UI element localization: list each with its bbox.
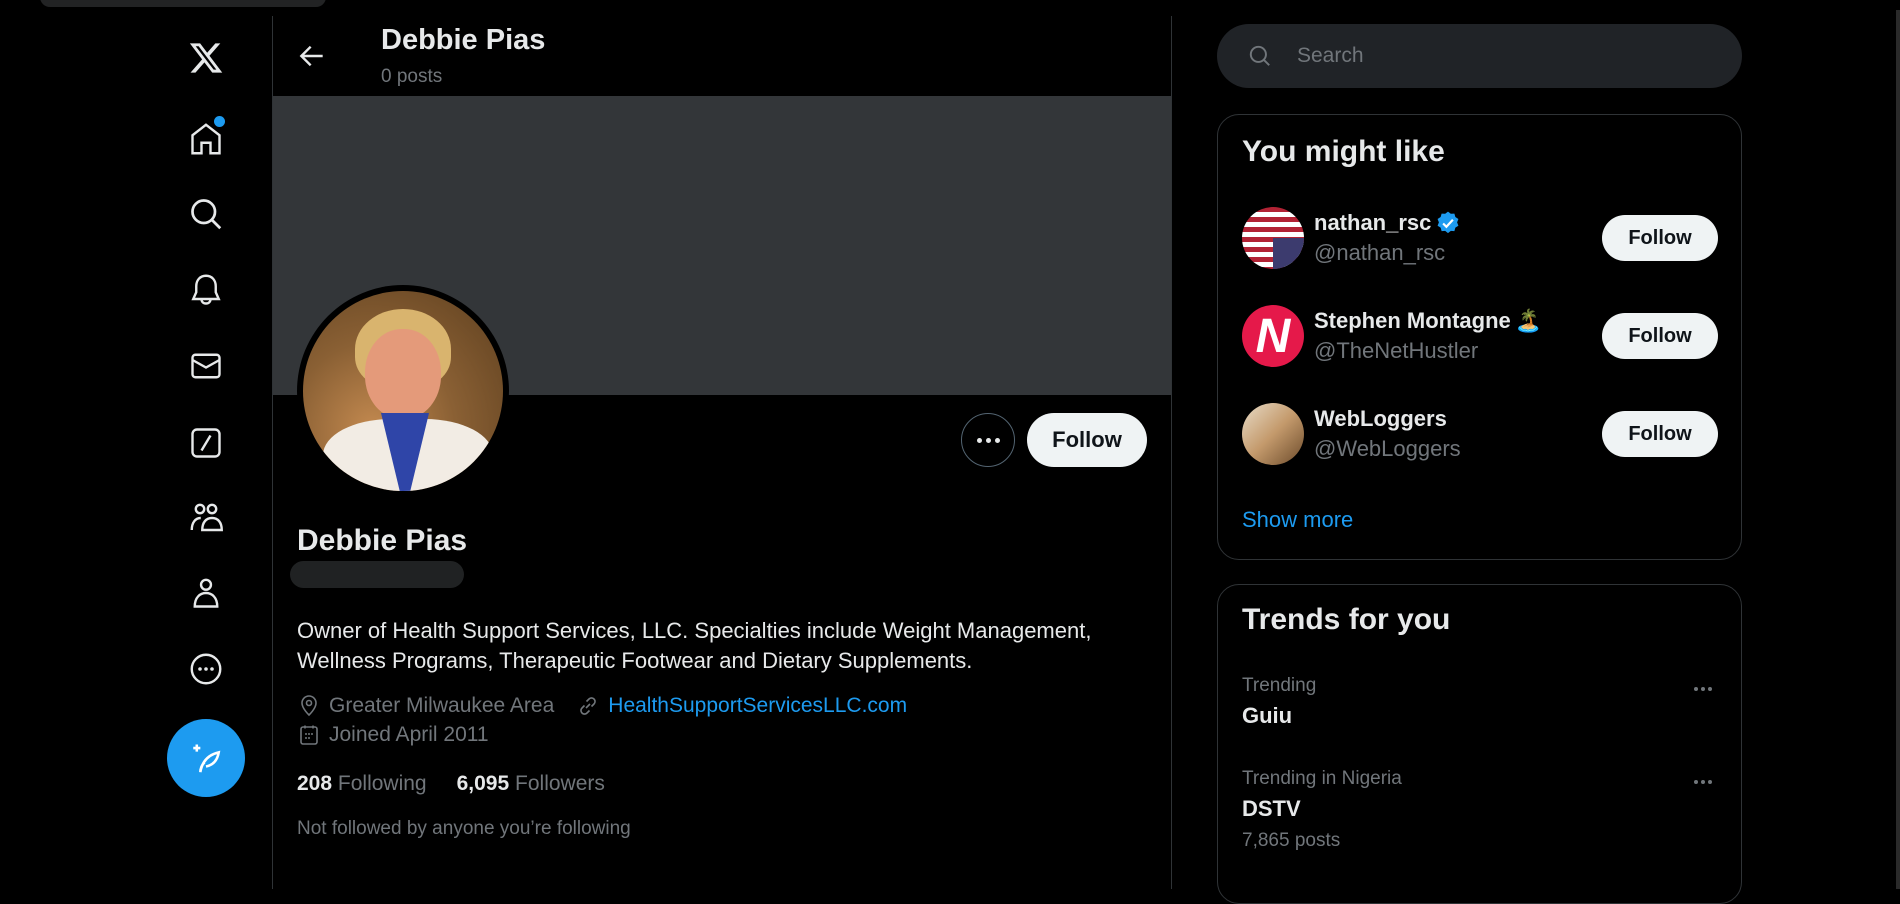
sidebar-item-communities[interactable]	[181, 493, 231, 543]
avatar-image	[303, 291, 503, 491]
dot	[976, 437, 982, 443]
profile-icon	[193, 578, 219, 608]
following-link[interactable]: 208 Following	[297, 772, 427, 796]
profile-handle-redacted	[290, 561, 464, 588]
trends-card: Trends for you Trending Guiu Trending in…	[1217, 584, 1742, 904]
suggested-user[interactable]: nathan_rsc @nathan_rsc Follow	[1242, 207, 1718, 269]
follow-button[interactable]: Follow	[1027, 413, 1147, 467]
trend-more-button[interactable]	[1688, 772, 1718, 792]
user-name: Stephen Montagne	[1314, 308, 1511, 333]
header-title: Debbie Pias	[381, 24, 546, 56]
who-to-follow-card: You might like nathan_rsc @nathan_rsc Fo…	[1217, 114, 1742, 560]
show-more-link[interactable]: Show more	[1242, 507, 1353, 533]
profile-website-link[interactable]: HealthSupportServicesLLC.com	[608, 694, 907, 718]
grok-icon	[191, 428, 221, 458]
arrow-left-icon	[299, 45, 323, 67]
sidebar-item-notifications[interactable]	[181, 265, 231, 315]
page-scrollbar[interactable]	[1896, 10, 1900, 889]
user-handle: @TheNetHustler	[1314, 338, 1479, 363]
profile-location: Greater Milwaukee Area	[329, 694, 555, 717]
follow-user-button[interactable]: Follow	[1602, 215, 1718, 261]
header-post-count: 0 posts	[381, 66, 443, 87]
not-followed-notice: Not followed by anyone you’re following	[297, 818, 631, 839]
bell-icon	[191, 274, 221, 305]
sidebar-item-profile[interactable]	[181, 568, 231, 618]
profile-name: Debbie Pias	[297, 524, 468, 557]
sidebar-item-more[interactable]	[181, 644, 231, 694]
feather-plus-icon	[193, 744, 221, 773]
verified-badge-icon	[1437, 211, 1459, 234]
search-bar[interactable]	[1217, 24, 1742, 88]
calendar-icon	[300, 725, 318, 745]
x-logo[interactable]	[181, 33, 231, 83]
location-icon	[301, 695, 317, 717]
back-button[interactable]	[296, 40, 328, 72]
user-handle: @WebLoggers	[1314, 436, 1461, 461]
user-name: nathan_rsc	[1314, 210, 1432, 235]
user-name: WebLoggers	[1314, 406, 1447, 431]
trend-context: Trending in Nigeria	[1242, 768, 1402, 789]
followers-count: 6,095	[456, 772, 510, 795]
followers-link[interactable]: 6,095 Followers	[457, 772, 605, 796]
search-icon	[191, 199, 222, 230]
communities-icon	[190, 503, 223, 532]
profile-meta-row: Greater Milwaukee Area HealthSupportServ…	[297, 694, 907, 718]
trend-name: Guiu	[1242, 703, 1293, 728]
profile-stats: 208 Following 6,095 Followers	[297, 772, 605, 796]
trend-more-button[interactable]	[1688, 679, 1718, 699]
x-logo-icon	[189, 43, 223, 73]
dot	[985, 437, 991, 443]
user-avatar	[1242, 207, 1304, 269]
user-handle: @nathan_rsc	[1314, 240, 1446, 265]
following-label: Following	[337, 772, 427, 795]
suggested-user[interactable]: N Stephen Montagne 🏝️ @TheNetHustler Fol…	[1242, 305, 1718, 367]
search-icon	[1249, 45, 1270, 66]
profile-more-button[interactable]	[961, 413, 1015, 467]
trend-item[interactable]: Trending Guiu	[1242, 675, 1718, 729]
followers-label: Followers	[515, 772, 605, 795]
user-avatar: N	[1242, 305, 1304, 367]
profile-bio: Owner of Health Support Services, LLC. S…	[297, 618, 1092, 673]
profile-joined-date: Joined April 2011	[329, 723, 489, 746]
search-input[interactable]	[1297, 44, 1697, 68]
trend-post-count: 7,865 posts	[1242, 830, 1341, 851]
mail-icon	[191, 353, 221, 379]
sidebar-item-messages[interactable]	[181, 341, 231, 391]
sidebar-item-grok[interactable]	[181, 418, 231, 468]
browser-tab-strip	[40, 0, 326, 7]
follow-user-button[interactable]: Follow	[1602, 411, 1718, 457]
trend-item[interactable]: Trending in Nigeria DSTV 7,865 posts	[1242, 768, 1718, 852]
notification-dot	[214, 116, 225, 127]
compose-post-button[interactable]	[167, 719, 245, 797]
follow-user-button[interactable]: Follow	[1602, 313, 1718, 359]
dot	[994, 437, 1000, 443]
trend-name: DSTV	[1242, 796, 1301, 821]
who-to-follow-title: You might like	[1242, 135, 1445, 168]
suggested-user[interactable]: WebLoggers @WebLoggers Follow	[1242, 403, 1718, 465]
island-emoji-icon: 🏝️	[1514, 308, 1543, 333]
user-avatar	[1242, 403, 1304, 465]
trends-title: Trends for you	[1242, 603, 1451, 636]
profile-avatar[interactable]	[297, 285, 509, 497]
sidebar-item-home[interactable]	[181, 114, 231, 164]
following-count: 208	[297, 772, 333, 795]
more-circle-icon	[190, 653, 222, 685]
trend-context: Trending	[1242, 675, 1317, 696]
sidebar-item-explore[interactable]	[181, 189, 231, 239]
profile-joined-row: Joined April 2011	[297, 723, 489, 747]
link-icon	[580, 697, 597, 715]
